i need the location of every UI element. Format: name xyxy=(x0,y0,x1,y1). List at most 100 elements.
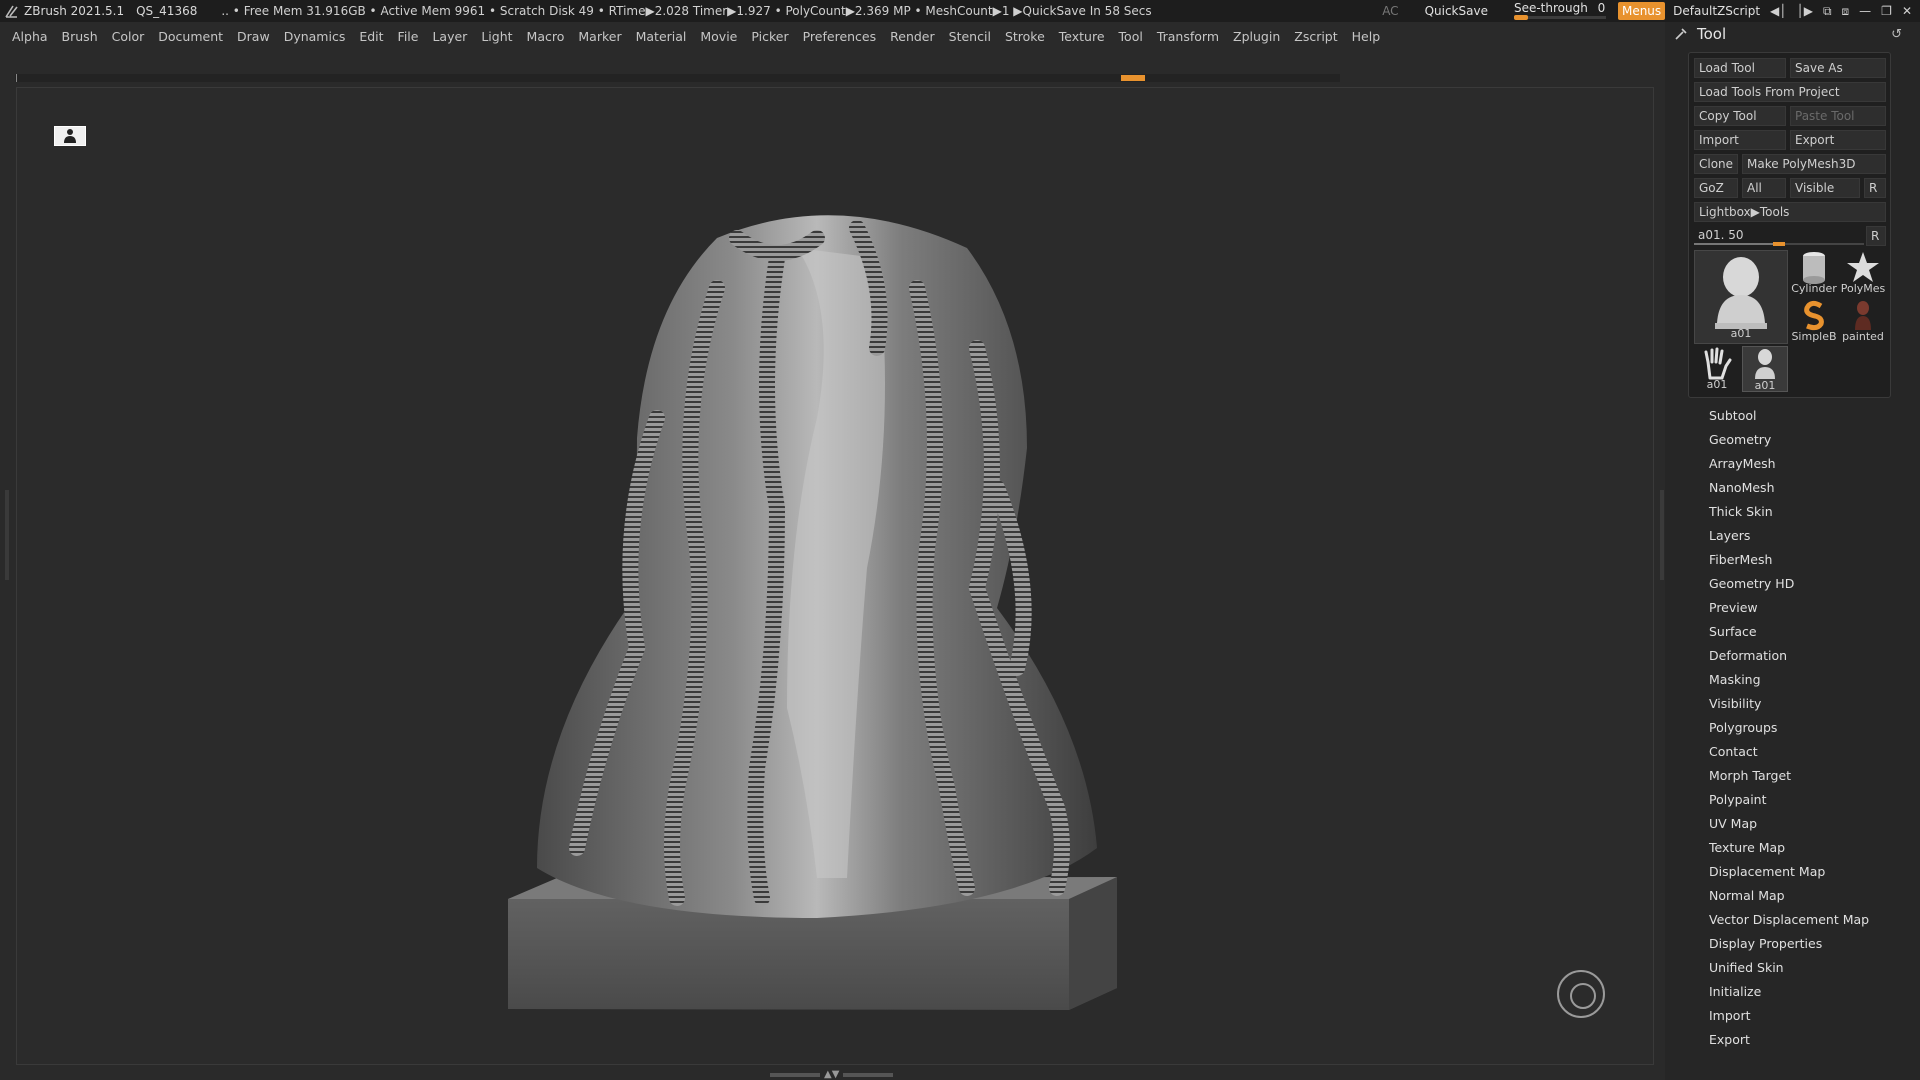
tool-thumb-cylinder[interactable]: Cylinder xyxy=(1791,250,1837,296)
menu-stencil[interactable]: Stencil xyxy=(949,29,991,44)
subpalette-import[interactable]: Import xyxy=(1709,1004,1909,1028)
copy-tool-button[interactable]: Copy Tool xyxy=(1694,106,1786,126)
subpalette-morph-target[interactable]: Morph Target xyxy=(1709,764,1909,788)
menu-movie[interactable]: Movie xyxy=(700,29,737,44)
subpalette-contact[interactable]: Contact xyxy=(1709,740,1909,764)
subpalette-thick-skin[interactable]: Thick Skin xyxy=(1709,500,1909,524)
subpalette-surface[interactable]: Surface xyxy=(1709,620,1909,644)
subpalette-vector-displacement-map[interactable]: Vector Displacement Map xyxy=(1709,908,1909,932)
lightbox-tools-button[interactable]: Lightbox▶Tools xyxy=(1694,202,1886,222)
tool-slider[interactable]: a01. 50 xyxy=(1694,226,1864,246)
subpalette-subtool[interactable]: Subtool xyxy=(1709,404,1909,428)
layout-left-icon[interactable]: ◀│ xyxy=(1770,4,1786,18)
bottom-tray-handle[interactable]: ▲▼ xyxy=(770,1070,900,1080)
layout-right-icon[interactable]: │▶ xyxy=(1797,4,1813,18)
save-as-button[interactable]: Save As xyxy=(1790,58,1886,78)
make-polymesh3d-button[interactable]: Make PolyMesh3D xyxy=(1742,154,1886,174)
restore-icon[interactable]: ❐ xyxy=(1881,4,1892,18)
menu-marker[interactable]: Marker xyxy=(578,29,621,44)
menu-macro[interactable]: Macro xyxy=(527,29,565,44)
menu-draw[interactable]: Draw xyxy=(237,29,270,44)
subpalette-export[interactable]: Export xyxy=(1709,1028,1909,1052)
load-tools-from-project-button[interactable]: Load Tools From Project xyxy=(1694,82,1886,102)
goz-button[interactable]: GoZ xyxy=(1694,178,1738,198)
subpalette-nanomesh[interactable]: NanoMesh xyxy=(1709,476,1909,500)
subpalette-layers[interactable]: Layers xyxy=(1709,524,1909,548)
subpalette-initialize[interactable]: Initialize xyxy=(1709,980,1909,1004)
subpalette-preview[interactable]: Preview xyxy=(1709,596,1909,620)
right-tray-handle[interactable] xyxy=(1660,490,1664,580)
menu-material[interactable]: Material xyxy=(636,29,687,44)
import-button[interactable]: Import xyxy=(1694,130,1786,150)
subpalette-geometry-hd[interactable]: Geometry HD xyxy=(1709,572,1909,596)
subpalette-uv-map[interactable]: UV Map xyxy=(1709,812,1909,836)
menu-tool[interactable]: Tool xyxy=(1119,29,1143,44)
subpalette-normal-map[interactable]: Normal Map xyxy=(1709,884,1909,908)
subpalette-texture-map[interactable]: Texture Map xyxy=(1709,836,1909,860)
menu-help[interactable]: Help xyxy=(1352,29,1381,44)
tool-thumb-a01-current[interactable]: a01 xyxy=(1694,250,1788,344)
clone-button[interactable]: Clone xyxy=(1694,154,1738,174)
menu-zplugin[interactable]: Zplugin xyxy=(1233,29,1280,44)
zbrush-logo-icon[interactable] xyxy=(4,3,20,19)
menu-edit[interactable]: Edit xyxy=(359,29,383,44)
layout-swap-icon[interactable]: ⧈ xyxy=(1842,4,1850,19)
menu-zscript[interactable]: Zscript xyxy=(1294,29,1337,44)
tool-thumb-hand[interactable]: a01 xyxy=(1694,346,1740,392)
menus-toggle-button[interactable]: Menus xyxy=(1617,2,1666,20)
menu-brush[interactable]: Brush xyxy=(62,29,98,44)
subpalette-polygroups[interactable]: Polygroups xyxy=(1709,716,1909,740)
subpalette-fibermesh[interactable]: FiberMesh xyxy=(1709,548,1909,572)
subpalette-displacement-map[interactable]: Displacement Map xyxy=(1709,860,1909,884)
sculpt-model[interactable] xyxy=(17,88,1654,1065)
goz-all-button[interactable]: All xyxy=(1742,178,1786,198)
ac-button[interactable]: AC xyxy=(1382,4,1398,18)
palette-reset-icon[interactable]: ↺ xyxy=(1891,27,1902,42)
tray-expand-icon[interactable]: ▲▼ xyxy=(824,1070,839,1080)
paste-tool-button[interactable]: Paste Tool xyxy=(1790,106,1886,126)
subpalette-arraymesh[interactable]: ArrayMesh xyxy=(1709,452,1909,476)
minimize-icon[interactable]: — xyxy=(1859,4,1871,18)
menu-document[interactable]: Document xyxy=(158,29,223,44)
menu-texture[interactable]: Texture xyxy=(1059,29,1105,44)
menu-dynamics[interactable]: Dynamics xyxy=(284,29,346,44)
canvas-viewport[interactable] xyxy=(16,87,1654,1065)
menu-color[interactable]: Color xyxy=(112,29,145,44)
tool-slider-r-button[interactable]: R xyxy=(1866,226,1886,246)
close-icon[interactable]: ✕ xyxy=(1902,4,1912,18)
layout-window-icon[interactable]: ⧉ xyxy=(1823,4,1832,19)
menu-file[interactable]: File xyxy=(398,29,419,44)
tool-thumb-a01-small[interactable]: a01 xyxy=(1742,346,1788,392)
menu-render[interactable]: Render xyxy=(890,29,935,44)
menu-alpha[interactable]: Alpha xyxy=(12,29,48,44)
timeline-marker[interactable] xyxy=(1121,75,1145,81)
goz-r-button[interactable]: R xyxy=(1864,178,1886,198)
default-zscript-button[interactable]: DefaultZScript xyxy=(1673,4,1760,18)
goz-visible-button[interactable]: Visible xyxy=(1790,178,1860,198)
tool-thumb-painted[interactable]: painted xyxy=(1839,298,1887,344)
subpalette-masking[interactable]: Masking xyxy=(1709,668,1909,692)
navigation-gizmo[interactable] xyxy=(1557,970,1605,1018)
see-through-slider[interactable]: See-through 0 xyxy=(1513,0,1606,22)
tool-thumb-simplebrush[interactable]: SimpleB xyxy=(1791,298,1837,344)
export-button[interactable]: Export xyxy=(1790,130,1886,150)
menu-transform[interactable]: Transform xyxy=(1157,29,1219,44)
menu-layer[interactable]: Layer xyxy=(432,29,467,44)
tool-thumb-polymesh[interactable]: PolyMes xyxy=(1839,250,1887,296)
left-tray-handle[interactable] xyxy=(5,490,9,580)
subpalette-deformation[interactable]: Deformation xyxy=(1709,644,1909,668)
subpalette-visibility[interactable]: Visibility xyxy=(1709,692,1909,716)
see-through-knob[interactable] xyxy=(1513,15,1528,20)
menu-preferences[interactable]: Preferences xyxy=(803,29,877,44)
subpalette-unified-skin[interactable]: Unified Skin xyxy=(1709,956,1909,980)
tool-palette-header[interactable]: Tool ↺ xyxy=(1665,22,1920,48)
subpalette-display-properties[interactable]: Display Properties xyxy=(1709,932,1909,956)
subpalette-geometry[interactable]: Geometry xyxy=(1709,428,1909,452)
menu-stroke[interactable]: Stroke xyxy=(1005,29,1045,44)
menu-light[interactable]: Light xyxy=(481,29,512,44)
load-tool-button[interactable]: Load Tool xyxy=(1694,58,1786,78)
menu-picker[interactable]: Picker xyxy=(751,29,788,44)
subpalette-polypaint[interactable]: Polypaint xyxy=(1709,788,1909,812)
tool-slider-knob[interactable] xyxy=(1773,242,1785,246)
timeline-track[interactable] xyxy=(15,74,1340,82)
